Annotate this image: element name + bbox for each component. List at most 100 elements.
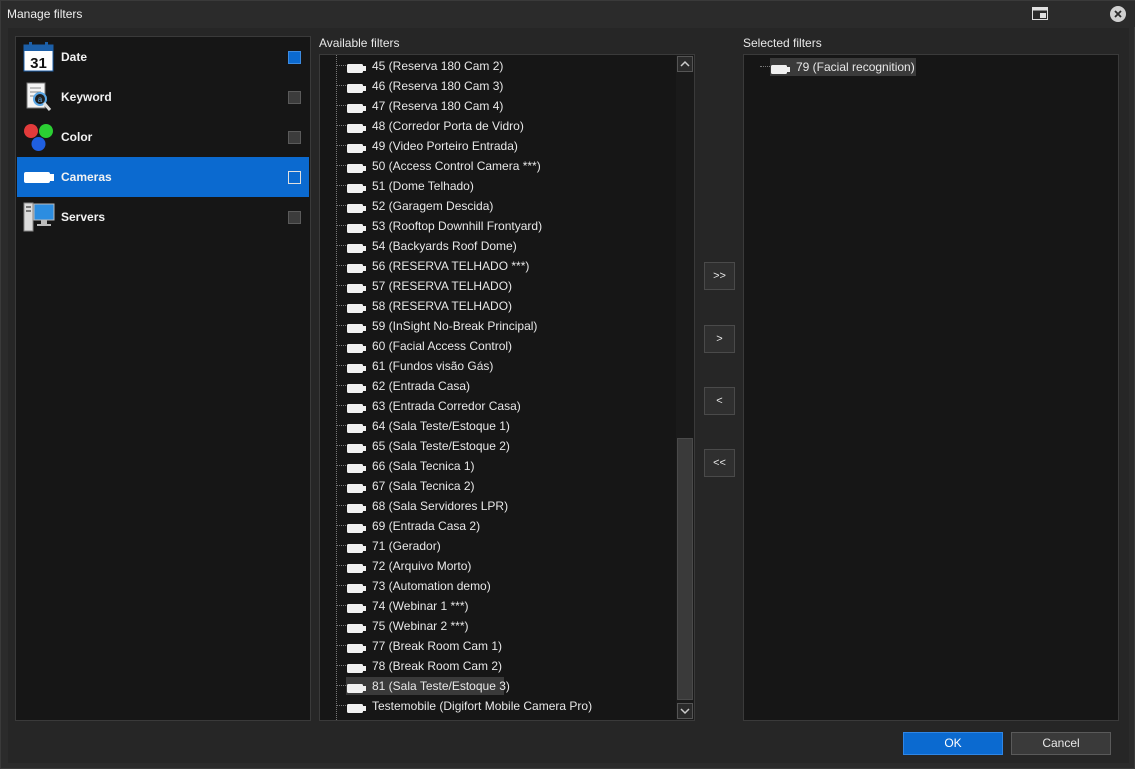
list-item[interactable]: 62 (Entrada Casa) (320, 376, 676, 396)
category-item-date[interactable]: 31 Date (17, 37, 309, 77)
close-icon[interactable] (1110, 6, 1126, 22)
camera-icon (347, 162, 367, 173)
camera-icon (347, 82, 367, 93)
camera-icon (347, 182, 367, 193)
list-item[interactable]: 67 (Sala Tecnica 2) (320, 476, 676, 496)
list-item[interactable]: 58 (RESERVA TELHADO) (320, 296, 676, 316)
list-item-label: 74 (Webinar 1 ***) (372, 599, 469, 613)
list-item[interactable]: 79 (Facial recognition) (744, 57, 1100, 77)
category-item-color[interactable]: Color (17, 117, 309, 157)
keyword-icon: a (23, 82, 55, 112)
list-item-label: 72 (Arquivo Morto) (372, 559, 472, 573)
category-label: Cameras (61, 170, 112, 184)
list-item[interactable]: 64 (Sala Teste/Estoque 1) (320, 416, 676, 436)
list-item-label: 65 (Sala Teste/Estoque 2) (372, 439, 510, 453)
calendar-icon: 31 (23, 42, 55, 72)
camera-icon (347, 522, 367, 533)
camera-icon (347, 302, 367, 313)
list-item[interactable]: 65 (Sala Teste/Estoque 2) (320, 436, 676, 456)
list-item[interactable]: 60 (Facial Access Control) (320, 336, 676, 356)
camera-icon (347, 482, 367, 493)
list-item[interactable]: 54 (Backyards Roof Dome) (320, 236, 676, 256)
selected-filters-list[interactable]: 79 (Facial recognition) (743, 54, 1119, 721)
category-item-servers[interactable]: Servers (17, 197, 309, 237)
list-item-label: 66 (Sala Tecnica 1) (372, 459, 475, 473)
restore-icon[interactable] (1032, 7, 1048, 20)
list-item[interactable]: 47 (Reserva 180 Cam 4) (320, 96, 676, 116)
list-item[interactable]: 46 (Reserva 180 Cam 3) (320, 76, 676, 96)
category-label: Date (61, 50, 88, 64)
list-item[interactable]: 68 (Sala Servidores LPR) (320, 496, 676, 516)
list-item[interactable]: 81 (Sala Teste/Estoque 3) (320, 676, 676, 696)
category-panel: 31 Date a Keyword Color Cameras Servers (15, 36, 311, 721)
list-item[interactable]: 61 (Fundos visão Gás) (320, 356, 676, 376)
category-checkbox[interactable] (288, 211, 301, 224)
list-item[interactable]: 71 (Gerador) (320, 536, 676, 556)
list-item[interactable]: 73 (Automation demo) (320, 576, 676, 596)
camera-icon (771, 63, 791, 74)
list-item[interactable]: 69 (Entrada Casa 2) (320, 516, 676, 536)
list-item[interactable]: 49 (Video Porteiro Entrada) (320, 136, 676, 156)
list-item[interactable]: 74 (Webinar 1 ***) (320, 596, 676, 616)
category-item-keyword[interactable]: a Keyword (17, 77, 309, 117)
available-filters-list[interactable]: 45 (Reserva 180 Cam 2) 46 (Reserva 180 Ca… (319, 54, 695, 721)
list-item[interactable]: 77 (Break Room Cam 1) (320, 636, 676, 656)
camera-icon (347, 222, 367, 233)
category-checkbox[interactable] (288, 131, 301, 144)
list-item[interactable]: 56 (RESERVA TELHADO ***) (320, 256, 676, 276)
category-checkbox[interactable] (288, 91, 301, 104)
camera-icon (347, 682, 367, 693)
list-item-label: 60 (Facial Access Control) (372, 339, 513, 353)
title-bar: Manage filters (1, 1, 1135, 27)
list-item-label: 68 (Sala Servidores LPR) (372, 499, 509, 513)
cancel-button[interactable]: Cancel (1011, 732, 1111, 755)
camera-icon (347, 462, 367, 473)
list-item-label: 57 (RESERVA TELHADO) (372, 279, 513, 293)
add-all-button[interactable]: >> (704, 262, 735, 290)
list-item-label: 47 (Reserva 180 Cam 4) (372, 99, 504, 113)
list-item[interactable]: 75 (Webinar 2 ***) (320, 616, 676, 636)
list-item-label: 77 (Break Room Cam 1) (372, 639, 503, 653)
camera-icon (347, 662, 367, 673)
list-item[interactable]: 45 (Reserva 180 Cam 2) (320, 56, 676, 76)
list-item-label: 54 (Backyards Roof Dome) (372, 239, 517, 253)
camera-icon (347, 402, 367, 413)
camera-icon (347, 242, 367, 253)
list-item[interactable]: 63 (Entrada Corredor Casa) (320, 396, 676, 416)
camera-icon (347, 642, 367, 653)
available-scrollbar[interactable] (676, 55, 694, 720)
list-item[interactable]: 57 (RESERVA TELHADO) (320, 276, 676, 296)
selected-filters-header: Selected filters (743, 36, 822, 50)
add-button[interactable]: > (704, 325, 735, 353)
category-label: Color (61, 130, 93, 144)
list-item[interactable]: 51 (Dome Telhado) (320, 176, 676, 196)
list-item-label: 67 (Sala Tecnica 2) (372, 479, 475, 493)
category-checkbox[interactable] (288, 51, 301, 64)
list-item[interactable]: 78 (Break Room Cam 2) (320, 656, 676, 676)
camera-icon (347, 582, 367, 593)
scroll-down-button[interactable] (677, 703, 693, 719)
list-item[interactable]: 72 (Arquivo Morto) (320, 556, 676, 576)
camera-icon (347, 342, 367, 353)
list-item-label: 59 (InSight No-Break Principal) (372, 319, 538, 333)
remove-button[interactable]: < (704, 387, 735, 415)
list-item-label: 52 (Garagem Descida) (372, 199, 494, 213)
list-item-label: 71 (Gerador) (372, 539, 441, 553)
category-checkbox[interactable] (288, 171, 301, 184)
scroll-thumb[interactable] (677, 438, 693, 700)
list-item[interactable]: Testemobile (Digifort Mobile Camera Pro) (320, 696, 676, 716)
list-item[interactable]: 48 (Corredor Porta de Vidro) (320, 116, 676, 136)
category-item-cameras[interactable]: Cameras (17, 157, 309, 197)
list-item[interactable]: 66 (Sala Tecnica 1) (320, 456, 676, 476)
list-item[interactable]: 50 (Access Control Camera ***) (320, 156, 676, 176)
camera-icon (347, 382, 367, 393)
list-item[interactable]: 53 (Rooftop Downhill Frontyard) (320, 216, 676, 236)
list-item[interactable]: 59 (InSight No-Break Principal) (320, 316, 676, 336)
camera-icon (347, 362, 367, 373)
scroll-up-button[interactable] (677, 56, 693, 72)
camera-icon (23, 162, 55, 192)
list-item[interactable]: 52 (Garagem Descida) (320, 196, 676, 216)
ok-button[interactable]: OK (903, 732, 1003, 755)
camera-icon (347, 502, 367, 513)
remove-all-button[interactable]: << (704, 449, 735, 477)
